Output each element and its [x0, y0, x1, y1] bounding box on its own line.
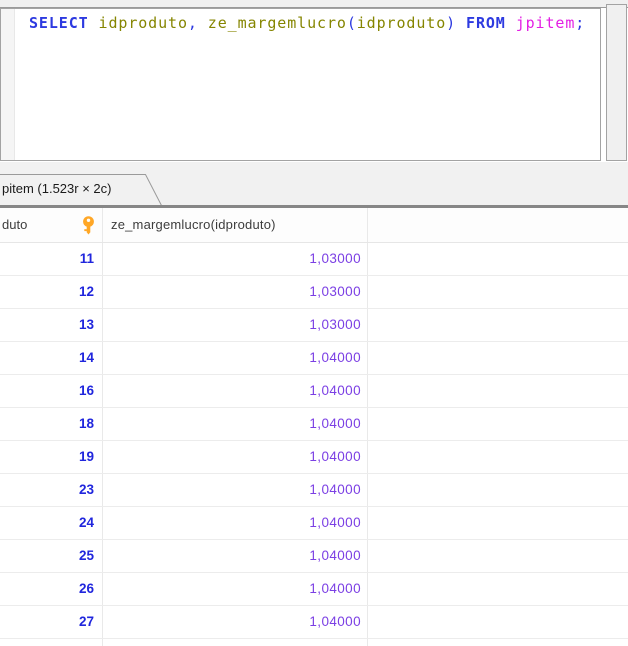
results-tab-label: pitem (1.523r × 2c)	[2, 174, 111, 204]
table-row[interactable]: 191,04000	[0, 441, 628, 474]
editor-vertical-scrollbar[interactable]	[606, 4, 627, 161]
partial-cell-margemlucro	[103, 639, 368, 646]
cell-idproduto[interactable]: 14	[0, 342, 103, 374]
cell-ze-margemlucro[interactable]: 1,03000	[103, 309, 368, 341]
sql-token: SELECT	[29, 14, 89, 32]
table-row[interactable]: 251,04000	[0, 540, 628, 573]
cell-idproduto[interactable]: 23	[0, 474, 103, 506]
cell-ze-margemlucro[interactable]: 1,03000	[103, 276, 368, 308]
cell-ze-margemlucro[interactable]: 1,04000	[103, 441, 368, 473]
cell-ze-margemlucro[interactable]: 1,04000	[103, 375, 368, 407]
grid-header-row: duto ze_margemlucro(idproduto)	[0, 208, 628, 243]
cell-idproduto[interactable]: 12	[0, 276, 103, 308]
table-row[interactable]: 231,04000	[0, 474, 628, 507]
sql-token: FROM	[466, 14, 506, 32]
table-row[interactable]: 111,03000	[0, 243, 628, 276]
sql-token: (	[347, 14, 357, 32]
table-row[interactable]: 121,03000	[0, 276, 628, 309]
partial-cell-idproduto	[0, 639, 103, 646]
table-row[interactable]: 141,04000	[0, 342, 628, 375]
cell-ze-margemlucro[interactable]: 1,04000	[103, 474, 368, 506]
sql-token: idproduto	[89, 14, 188, 32]
cell-ze-margemlucro[interactable]: 1,04000	[103, 606, 368, 638]
cell-ze-margemlucro[interactable]: 1,04000	[103, 342, 368, 374]
cell-ze-margemlucro[interactable]: 1,03000	[103, 243, 368, 275]
table-row[interactable]: 181,04000	[0, 408, 628, 441]
top-splitter[interactable]	[0, 0, 628, 8]
sql-token: idproduto	[357, 14, 446, 32]
table-row[interactable]: 261,04000	[0, 573, 628, 606]
sql-token: jpitem	[516, 14, 576, 32]
table-row[interactable]: 271,04000	[0, 606, 628, 639]
cell-ze-margemlucro[interactable]: 1,04000	[103, 573, 368, 605]
sql-token	[456, 14, 466, 32]
results-grid: duto ze_margemlucro(idproduto) 111,03000…	[0, 208, 628, 646]
column-header-ze-margemlucro[interactable]: ze_margemlucro(idproduto)	[103, 208, 368, 242]
cell-idproduto[interactable]: 16	[0, 375, 103, 407]
column-header-idproduto[interactable]: duto	[0, 208, 103, 242]
cell-ze-margemlucro[interactable]: 1,04000	[103, 540, 368, 572]
sql-token	[506, 14, 516, 32]
table-row[interactable]: 161,04000	[0, 375, 628, 408]
results-tab-strip: pitem (1.523r × 2c)	[0, 162, 628, 205]
table-row[interactable]: 241,04000	[0, 507, 628, 540]
table-row[interactable]: 131,03000	[0, 309, 628, 342]
cell-idproduto[interactable]: 18	[0, 408, 103, 440]
sql-editor[interactable]: SELECT idproduto, ze_margemlucro(idprodu…	[0, 8, 601, 161]
cell-ze-margemlucro[interactable]: 1,04000	[103, 507, 368, 539]
cell-idproduto[interactable]: 13	[0, 309, 103, 341]
editor-gutter	[1, 9, 15, 160]
cell-idproduto[interactable]: 24	[0, 507, 103, 539]
column-header-idproduto-label: duto	[2, 217, 27, 232]
sql-query-line[interactable]: SELECT idproduto, ze_margemlucro(idprodu…	[29, 14, 585, 32]
sql-token: ;	[575, 14, 585, 32]
header-empty-area	[368, 208, 628, 242]
cell-idproduto[interactable]: 27	[0, 606, 103, 638]
column-header-ze-margemlucro-label: ze_margemlucro(idproduto)	[111, 217, 276, 232]
cell-idproduto[interactable]: 25	[0, 540, 103, 572]
cell-idproduto[interactable]: 19	[0, 441, 103, 473]
cell-ze-margemlucro[interactable]: 1,04000	[103, 408, 368, 440]
sql-token: ,	[188, 14, 208, 32]
sql-token: )	[446, 14, 456, 32]
results-tab-jpitem[interactable]: pitem (1.523r × 2c)	[0, 174, 162, 206]
cell-idproduto[interactable]: 11	[0, 243, 103, 275]
cell-idproduto[interactable]: 26	[0, 573, 103, 605]
primary-key-icon	[80, 216, 97, 235]
partial-row	[0, 639, 628, 646]
sql-token: ze_margemlucro	[208, 14, 347, 32]
grid-body: 111,03000121,03000131,03000141,04000161,…	[0, 243, 628, 639]
